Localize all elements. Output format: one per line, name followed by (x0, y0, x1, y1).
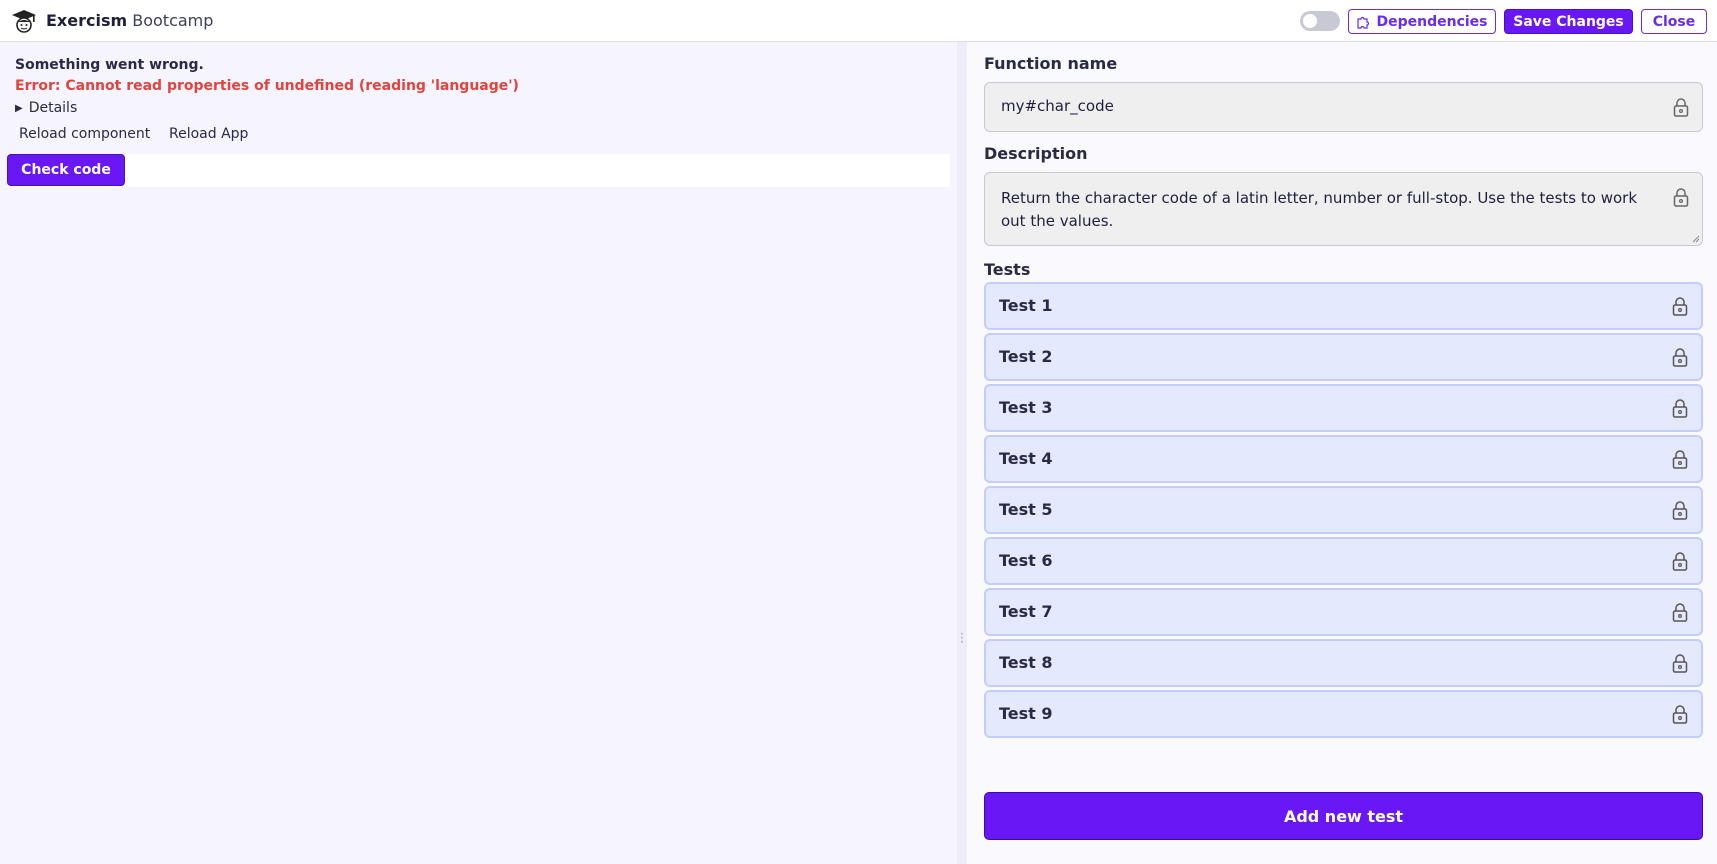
resize-handle-icon[interactable] (1692, 235, 1700, 243)
test-item[interactable]: Test 2 (984, 333, 1703, 381)
lock-icon (1672, 603, 1688, 622)
brand-title: Exercism Bootcamp (46, 11, 213, 30)
lock-icon (1672, 552, 1688, 571)
dependencies-label: Dependencies (1376, 13, 1488, 30)
test-label: Test 1 (999, 296, 1053, 315)
lock-icon (1673, 98, 1689, 117)
test-item[interactable]: Test 8 (984, 639, 1703, 687)
function-name-value: my#char_code (1001, 97, 1114, 115)
preview-toggle[interactable] (1300, 11, 1340, 31)
test-item[interactable]: Test 4 (984, 435, 1703, 483)
lock-icon (1672, 399, 1688, 418)
brand-bold: Exercism (46, 11, 128, 30)
test-item[interactable]: Test 1 (984, 282, 1703, 330)
description-label: Description (984, 144, 1088, 163)
test-label: Test 4 (999, 449, 1053, 468)
code-pane: Something went wrong. Error: Cannot read… (0, 42, 957, 864)
details-toggle[interactable]: ▶ Details (15, 100, 77, 116)
test-label: Test 9 (999, 704, 1053, 723)
editor-pane: Function name my#char_code Description R… (967, 42, 1717, 864)
details-label: Details (28, 100, 78, 116)
test-item[interactable]: Test 6 (984, 537, 1703, 585)
test-item[interactable]: Test 9 (984, 690, 1703, 738)
triangle-right-icon: ▶ (15, 102, 23, 114)
error-title: Something went wrong. (15, 57, 204, 73)
lock-icon (1672, 348, 1688, 367)
add-new-test-button[interactable]: Add new test (984, 792, 1703, 840)
brand-light: Bootcamp (132, 11, 214, 30)
description-field[interactable]: Return the character code of a latin let… (984, 172, 1703, 246)
test-label: Test 3 (999, 398, 1053, 417)
code-toolbar: Check code (7, 154, 950, 187)
test-label: Test 8 (999, 653, 1053, 672)
check-code-button[interactable]: Check code (7, 154, 125, 186)
toggle-knob (1303, 14, 1317, 28)
test-item[interactable]: Test 5 (984, 486, 1703, 534)
test-item[interactable]: Test 3 (984, 384, 1703, 432)
test-label: Test 6 (999, 551, 1053, 570)
close-button[interactable]: Close (1641, 9, 1707, 34)
test-label: Test 7 (999, 602, 1053, 621)
graduate-cap-icon (12, 10, 36, 33)
dependencies-button[interactable]: Dependencies (1348, 9, 1496, 34)
error-message: Error: Cannot read properties of undefin… (15, 78, 519, 94)
top-bar: Exercism Bootcamp Dependencies Save Chan… (0, 0, 1717, 42)
description-value: Return the character code of a latin let… (1001, 189, 1638, 230)
lock-icon (1672, 705, 1688, 724)
reload-component-button[interactable]: Reload component (19, 126, 150, 142)
tests-label: Tests (984, 260, 1031, 279)
lock-icon (1672, 501, 1688, 520)
function-name-label: Function name (984, 54, 1118, 73)
pane-resizer[interactable]: · · · (957, 42, 967, 864)
test-item[interactable]: Test 7 (984, 588, 1703, 636)
puzzle-icon (1357, 16, 1370, 29)
lock-icon (1673, 188, 1689, 207)
function-name-field[interactable]: my#char_code (984, 82, 1703, 132)
test-label: Test 5 (999, 500, 1053, 519)
reload-app-button[interactable]: Reload App (169, 126, 248, 142)
test-label: Test 2 (999, 347, 1053, 366)
drag-handle-icon: · · · (960, 627, 964, 649)
lock-icon (1672, 297, 1688, 316)
lock-icon (1672, 654, 1688, 673)
lock-icon (1672, 450, 1688, 469)
save-changes-button[interactable]: Save Changes (1504, 9, 1633, 34)
